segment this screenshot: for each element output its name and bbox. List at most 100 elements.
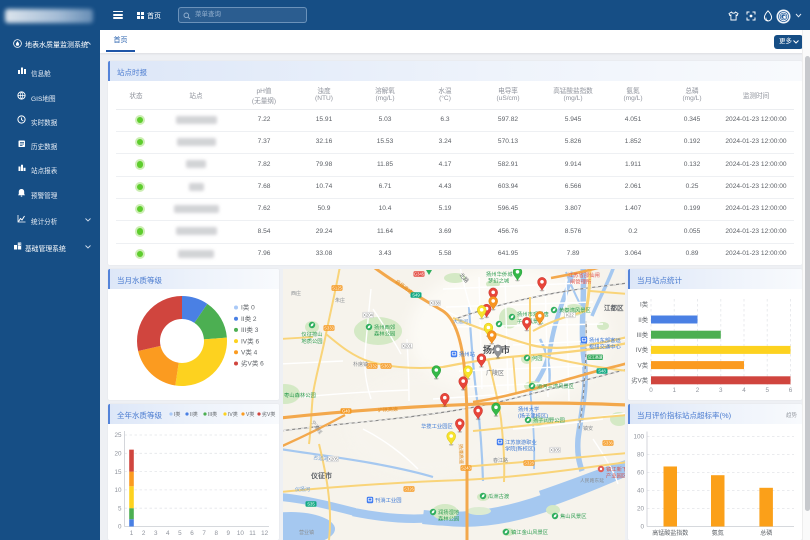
- svg-text:5: 5: [178, 530, 182, 537]
- svg-text:氨氮: 氨氮: [712, 529, 724, 537]
- svg-text:I类: I类: [174, 411, 180, 418]
- svg-text:S48: S48: [598, 369, 606, 374]
- svg-text:S326: S326: [404, 487, 414, 492]
- svg-text:4: 4: [742, 387, 746, 394]
- svg-text:江都区: 江都区: [604, 303, 624, 312]
- svg-text:3: 3: [154, 530, 158, 537]
- svg-text:10: 10: [237, 530, 245, 537]
- svg-text:扬州东部客运: 扬州东部客运: [589, 336, 621, 344]
- svg-text:II类: II类: [190, 411, 198, 418]
- svg-text:大运河: 大运河: [453, 318, 468, 325]
- svg-text:IV类: IV类: [636, 345, 649, 354]
- svg-text:江苏省邵仙闸: 江苏省邵仙闸: [568, 271, 600, 279]
- svg-text:梦幻之城: 梦幻之城: [488, 277, 510, 285]
- svg-text:扬州西郊: 扬州西郊: [374, 323, 395, 331]
- svg-text:S332: S332: [367, 364, 377, 369]
- svg-text:劣V类: 劣V类: [262, 411, 275, 418]
- svg-text:仪扬河: 仪扬河: [295, 486, 310, 493]
- svg-text:7: 7: [202, 530, 206, 537]
- svg-text:V类: V类: [638, 360, 649, 369]
- svg-text:森林公园: 森林公园: [374, 330, 395, 338]
- svg-text:春江路: 春江路: [493, 457, 508, 464]
- svg-text:仪征捺山: 仪征捺山: [301, 330, 322, 338]
- svg-text:I类: I类: [640, 300, 649, 309]
- svg-text:X205: X205: [328, 457, 338, 462]
- svg-text:80: 80: [637, 452, 645, 459]
- svg-text:劣V类: 劣V类: [631, 376, 648, 385]
- svg-text:华揽工业园区: 华揽工业园区: [421, 422, 453, 430]
- svg-text:扬州华侨城: 扬州华侨城: [486, 270, 513, 278]
- svg-text:100: 100: [633, 434, 644, 441]
- svg-text:1: 1: [672, 387, 676, 394]
- svg-text:II类 2: II类 2: [241, 314, 257, 323]
- svg-text:G40: G40: [342, 409, 351, 414]
- svg-text:0: 0: [649, 387, 653, 394]
- svg-text:9: 9: [227, 530, 231, 537]
- svg-text:2: 2: [696, 387, 700, 394]
- svg-text:III类 3: III类 3: [241, 325, 259, 334]
- svg-text:S328: S328: [524, 461, 534, 466]
- svg-text:11: 11: [249, 530, 256, 537]
- svg-text:1: 1: [130, 530, 134, 537]
- svg-text:3: 3: [719, 387, 723, 394]
- svg-text:4: 4: [166, 530, 170, 537]
- svg-text:瓜洲古渡: 瓜洲古渡: [488, 492, 510, 500]
- svg-text:镇江新下: 镇江新下: [606, 465, 625, 473]
- svg-text:江苏旅游职业: 江苏旅游职业: [505, 438, 537, 446]
- svg-text:S49: S49: [412, 293, 420, 298]
- svg-text:5: 5: [118, 505, 122, 512]
- svg-text:V类: V类: [246, 411, 254, 418]
- svg-text:IV类: IV类: [228, 411, 238, 418]
- svg-text:III类: III类: [636, 330, 648, 339]
- svg-text:0: 0: [118, 524, 122, 531]
- svg-text:劣V类 6: 劣V类 6: [241, 359, 264, 368]
- svg-text:焦山风景区: 焦山风景区: [560, 512, 587, 520]
- svg-text:G345: G345: [414, 272, 425, 277]
- svg-text:运河三湾风景区: 运河三湾风景区: [537, 382, 575, 390]
- svg-text:沿江高速: 沿江高速: [587, 355, 602, 360]
- svg-text:刊淌工业园: 刊淌工业园: [375, 496, 402, 504]
- svg-text:扬溧高速: 扬溧高速: [457, 444, 465, 464]
- svg-text:营业镇: 营业镇: [299, 529, 314, 536]
- svg-text:镇安: 镇安: [583, 425, 593, 432]
- svg-text:25: 25: [114, 432, 122, 439]
- svg-text:I类 0: I类 0: [241, 303, 255, 312]
- svg-text:12: 12: [261, 530, 269, 537]
- svg-text:润扬湿地: 润扬湿地: [438, 508, 460, 516]
- svg-text:地质公园: 地质公园: [301, 337, 322, 345]
- svg-text:5: 5: [765, 387, 769, 394]
- svg-text:6: 6: [789, 387, 793, 394]
- svg-text:仪征市: 仪征市: [310, 471, 332, 480]
- svg-text:朴席镇: 朴席镇: [353, 361, 368, 368]
- svg-text:III类: III类: [208, 411, 217, 418]
- svg-text:S336: S336: [603, 441, 613, 446]
- svg-text:X305: X305: [550, 448, 560, 453]
- svg-text:X201: X201: [402, 344, 412, 349]
- svg-text:X338: X338: [430, 301, 440, 306]
- svg-text:扬州大学: 扬州大学: [518, 405, 539, 413]
- svg-text:(扬子津校区): (扬子津校区): [518, 412, 548, 420]
- svg-text:总磷: 总磷: [760, 529, 772, 537]
- svg-text:扬州站: 扬州站: [459, 350, 476, 358]
- svg-text:镇江金山风景区: 镇江金山风景区: [511, 528, 549, 536]
- svg-text:闸管理所: 闸管理所: [570, 278, 592, 286]
- svg-text:产业园区: 产业园区: [606, 472, 625, 480]
- svg-text:20: 20: [637, 506, 645, 513]
- svg-text:10: 10: [114, 487, 122, 494]
- svg-text:6: 6: [190, 530, 194, 537]
- svg-text:II类: II类: [638, 315, 648, 324]
- svg-text:X204: X204: [363, 313, 373, 318]
- svg-text:沪陕高速: 沪陕高速: [378, 406, 398, 414]
- svg-text:广陵区: 广陵区: [486, 369, 504, 377]
- svg-text:西庄: 西庄: [291, 290, 301, 297]
- svg-text:枢纽交通中心: 枢纽交通中心: [589, 343, 621, 351]
- svg-text:朱庄: 朱庄: [335, 297, 345, 304]
- svg-text:森林公园: 森林公园: [438, 515, 459, 523]
- svg-text:40: 40: [637, 488, 645, 495]
- svg-text:2: 2: [142, 530, 146, 537]
- svg-text:60: 60: [637, 470, 645, 477]
- svg-text:高锰酸盐指数: 高锰酸盐指数: [652, 529, 688, 537]
- svg-text:20: 20: [114, 451, 122, 458]
- svg-text:S243: S243: [461, 466, 471, 471]
- svg-text:S35: S35: [307, 502, 315, 507]
